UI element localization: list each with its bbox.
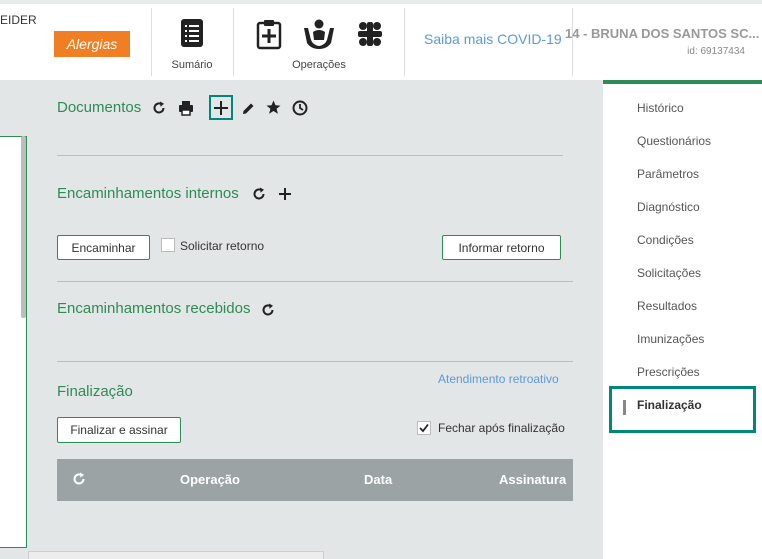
section-divider (57, 281, 573, 282)
sidebar-item-parametros[interactable]: Parâmetros (637, 167, 699, 181)
plus-icon (214, 100, 228, 115)
sidebar-item-questionarios[interactable]: Questionários (637, 134, 711, 148)
internal-referrals-title: Encaminhamentos internos (57, 185, 239, 202)
checkmark-icon (419, 423, 429, 433)
finalization-title: Finalização (57, 383, 133, 400)
request-return-checkbox[interactable] (161, 238, 175, 252)
sidebar-item-imunizacoes[interactable]: Imunizações (637, 332, 704, 346)
pencil-icon[interactable] (240, 99, 256, 117)
sidebar-item-finalizacao[interactable]: Finalização (637, 398, 702, 412)
team-icon[interactable] (354, 18, 386, 55)
received-referrals-title: Encaminhamentos recebidos (57, 300, 251, 317)
close-after-label: Fechar após finalização (438, 421, 565, 435)
sidebar-item-solicitacoes[interactable]: Solicitações (637, 266, 701, 280)
covid-info-link[interactable]: Saiba mais COVID-19 (424, 31, 562, 47)
header-divider (404, 8, 405, 76)
refresh-icon[interactable] (251, 186, 267, 202)
header-divider (572, 8, 573, 76)
section-divider (57, 361, 573, 362)
right-sidebar: Histórico Questionários Parâmetros Diagn… (603, 80, 762, 559)
column-header-date: Data (364, 472, 393, 487)
header-divider (151, 8, 152, 76)
refer-button[interactable]: Encaminhar (57, 235, 150, 260)
column-header-operation: Operação (180, 472, 240, 487)
summary-caption: Sumário (171, 59, 213, 71)
column-header-signature: Assinatura (499, 472, 567, 487)
scrollbar[interactable] (21, 136, 26, 318)
refresh-icon[interactable] (72, 472, 86, 489)
sidebar-item-diagnostico[interactable]: Diagnóstico (637, 200, 700, 214)
request-return-label: Solicitar retorno (180, 239, 265, 253)
refresh-icon[interactable] (150, 99, 168, 117)
close-after-checkbox[interactable] (417, 421, 431, 435)
star-icon[interactable] (264, 98, 282, 117)
header-divider (233, 8, 234, 76)
print-icon[interactable] (176, 98, 196, 118)
top-header: EIDER Alergias Sumário Operações Saiba m… (0, 0, 762, 80)
finalize-sign-button[interactable]: Finalizar e assinar (57, 417, 181, 443)
refresh-icon[interactable] (260, 302, 276, 318)
documents-title: Documentos (57, 99, 142, 116)
list-icon[interactable] (180, 18, 204, 53)
allergy-badge[interactable]: Alergias (54, 31, 130, 57)
plus-icon[interactable] (277, 186, 293, 202)
sidebar-item-resultados[interactable]: Resultados (637, 299, 697, 313)
add-document-button[interactable] (209, 95, 233, 120)
sidebar-active-indicator (623, 400, 626, 415)
clipboard-plus-icon[interactable] (256, 18, 282, 55)
inform-return-button[interactable]: Informar retorno (442, 235, 561, 260)
section-divider (57, 155, 563, 156)
patient-id: id: 69137434 (687, 46, 745, 57)
sidebar-item-prescricoes[interactable]: Prescrições (637, 365, 700, 379)
patient-name: 14 - BRUNA DOS SANTOS SC... (565, 26, 760, 41)
sidebar-item-condicoes[interactable]: Condições (637, 233, 694, 247)
hands-care-icon[interactable] (302, 18, 336, 55)
sidebar-item-historico[interactable]: Histórico (637, 101, 684, 115)
bottom-scroll-area (28, 551, 324, 559)
retroactive-attendance-link[interactable]: Atendimento retroativo (438, 372, 559, 386)
clock-icon[interactable] (290, 98, 309, 117)
signatures-table-header: Operação Data Assinatura (57, 459, 573, 501)
operations-caption: Operações (292, 59, 346, 71)
user-label: EIDER (0, 13, 37, 27)
